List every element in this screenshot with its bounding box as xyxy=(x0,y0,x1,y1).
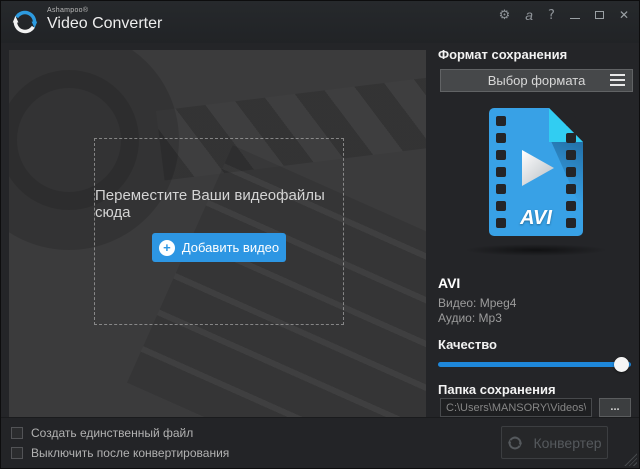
convert-button-label: Конвертер xyxy=(533,435,601,451)
single-file-checkbox-label: Создать единственный файл xyxy=(31,426,193,440)
app-logo-icon xyxy=(11,8,39,36)
plus-icon: + xyxy=(159,240,175,256)
app-window: Ashampoo® Video Converter ⚙ a ? ✕ Переме… xyxy=(0,0,640,469)
shutdown-checkbox[interactable] xyxy=(11,447,23,459)
file-icon-format-label: AVI xyxy=(489,207,583,230)
brand-main: Video Converter xyxy=(47,15,162,33)
help-icon[interactable]: ? xyxy=(548,9,555,22)
drop-zone[interactable]: Переместите Ваши видеофайлы сюда + Добав… xyxy=(94,138,344,325)
brand-small: Ashampoo® xyxy=(47,7,162,14)
titlebar-controls: ⚙ a ? ✕ xyxy=(499,1,629,29)
avi-file-icon: AVI xyxy=(489,108,583,236)
output-folder-heading: Папка сохранения xyxy=(438,382,556,397)
app-title: Ashampoo® Video Converter xyxy=(47,7,162,33)
single-file-checkbox[interactable] xyxy=(11,427,23,439)
single-file-checkbox-row[interactable]: Создать единственный файл xyxy=(11,426,193,440)
convert-button[interactable]: Конвертер xyxy=(501,426,608,459)
output-path-input[interactable] xyxy=(440,398,592,417)
shutdown-checkbox-label: Выключить после конвертирования xyxy=(31,446,229,460)
maximize-icon[interactable] xyxy=(595,11,604,19)
format-panel: Формат сохранения Выбор формата AVI AVI … xyxy=(426,43,640,419)
quality-slider-thumb[interactable] xyxy=(614,357,629,372)
quality-heading: Качество xyxy=(438,337,497,352)
close-icon[interactable]: ✕ xyxy=(619,8,629,22)
file-list-panel: Переместите Ваши видеофайлы сюда + Добав… xyxy=(9,50,426,419)
quality-slider-track[interactable] xyxy=(438,362,631,367)
add-video-label: Добавить видео xyxy=(182,240,279,255)
choose-format-label: Выбор формата xyxy=(488,73,586,88)
bottom-bar: Создать единственный файл Выключить посл… xyxy=(1,417,639,468)
format-name: AVI xyxy=(438,275,460,291)
convert-sync-icon xyxy=(507,435,523,451)
file-icon-drop-shadow xyxy=(464,244,608,256)
video-codec-info: Видео: Mpeg4 xyxy=(438,296,516,310)
menu-hamburger-icon xyxy=(610,74,625,86)
audio-codec-info: Аудио: Mp3 xyxy=(438,311,502,325)
quality-slider[interactable] xyxy=(438,357,631,372)
drop-zone-message: Переместите Ваши видеофайлы сюда xyxy=(95,187,343,221)
settings-gear-icon[interactable]: ⚙ xyxy=(499,9,511,22)
choose-format-button[interactable]: Выбор формата xyxy=(440,69,633,92)
format-heading: Формат сохранения xyxy=(438,47,567,62)
resize-grip[interactable] xyxy=(624,453,637,466)
add-video-button[interactable]: + Добавить видео xyxy=(152,233,286,262)
browse-folder-button[interactable]: ... xyxy=(599,398,631,417)
shutdown-checkbox-row[interactable]: Выключить после конвертирования xyxy=(11,446,229,460)
account-icon[interactable]: a xyxy=(525,8,533,22)
title-bar: Ashampoo® Video Converter ⚙ a ? ✕ xyxy=(1,1,639,43)
minimize-icon[interactable] xyxy=(570,18,580,19)
